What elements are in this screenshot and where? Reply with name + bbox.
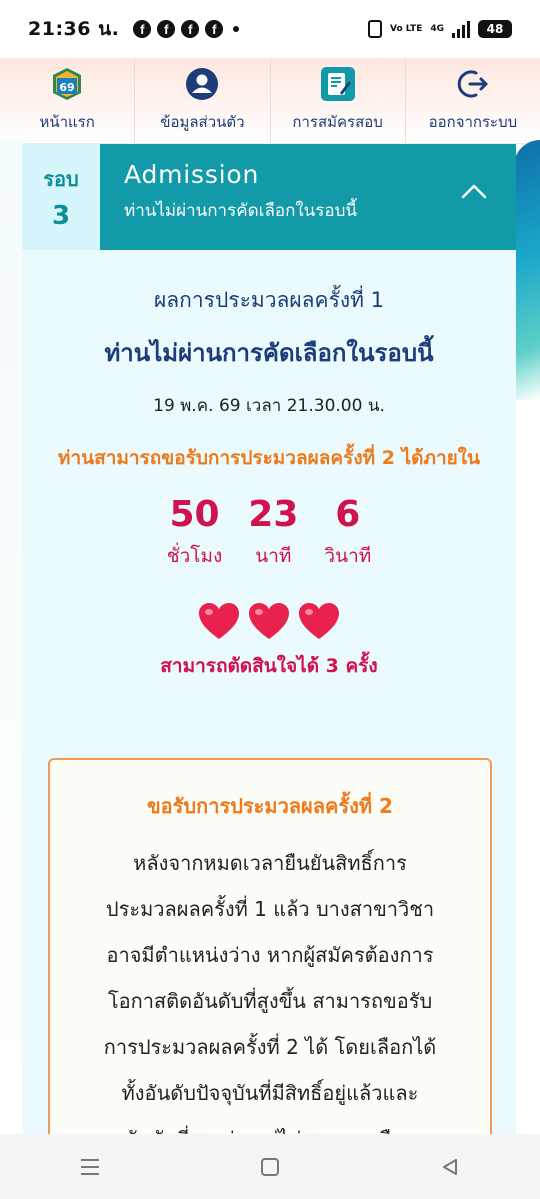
facebook-icon: f	[133, 20, 152, 38]
nav-profile-label: ข้อมูลส่วนตัว	[160, 113, 245, 131]
home-button[interactable]	[250, 1147, 290, 1187]
hours-value: 50	[169, 494, 220, 535]
hours-label: ชั่วโมง	[166, 545, 223, 567]
back-triangle-icon	[443, 1158, 457, 1175]
more-notifications-dot	[233, 26, 240, 32]
notification-icons: f f f f	[133, 20, 240, 38]
nav-home-label: หน้าแรก	[39, 113, 95, 131]
result-status: ท่านไม่ผ่านการคัดเลือกในรอบนี้	[104, 339, 434, 367]
paragraph-line: การประมวลผลครั้งที่ 2 ได้ โดยเลือกได้	[103, 1035, 437, 1059]
logo-digits: 69	[59, 81, 74, 94]
result-label: ผลการประมวลผลครั้งที่ 1	[154, 288, 384, 312]
paragraph-line: หลังจากหมดเวลายืนยันสิทธิ์การ	[133, 851, 407, 875]
facebook-icon: f	[205, 20, 224, 38]
system-indicators: Vo LTE 4G 48	[368, 20, 512, 38]
chevron-up-icon[interactable]	[460, 182, 488, 200]
round-number: 3	[51, 201, 71, 231]
facebook-icon: f	[157, 20, 176, 38]
nav-application-label: การสมัครสอบ	[292, 113, 383, 131]
user-profile-icon	[184, 66, 220, 102]
seconds-value: 6	[335, 494, 361, 535]
status-bar: 21:36 น. f f f f Vo LTE 4G 48	[0, 0, 540, 58]
logout-icon	[455, 66, 491, 102]
nav-logout-label: ออกจากระบบ	[428, 113, 518, 131]
menu-lines-icon	[81, 1158, 99, 1175]
paragraph-line: อาจมีตำแหน่งว่าง หากผู้สมัครต้องการ	[106, 943, 434, 967]
paragraph-line: ประมวลผลครั้งที่ 1 แล้ว บางสาขาวิชา	[105, 897, 435, 921]
paragraph-line: อันดับที่สูงกว่า แต่ไม่สามารถเลือก	[68, 1116, 472, 1134]
vibrate-icon	[368, 20, 383, 38]
round-subtitle: ท่านไม่ผ่านการคัดเลือกในรอบนี้	[124, 201, 358, 221]
application-form-icon	[320, 66, 356, 102]
appeal-info-box: ขอรับการประมวลผลครั้งที่ 2 หลังจากหมดเวล…	[48, 758, 492, 1134]
heart-icon	[249, 603, 289, 639]
appeal-box-paragraph: หลังจากหมดเวลายืนยันสิทธิ์การ ประมวลผลคร…	[50, 840, 490, 1134]
paragraph-line: ทั้งอันดับปัจจุบันที่มีสิทธิ์อยู่แล้วและ	[121, 1081, 419, 1105]
heart-icon	[299, 603, 339, 639]
signal-icon	[452, 20, 470, 38]
system-navigation-bar	[0, 1134, 540, 1199]
round-3-card: รอบ 3 Admission ท่านไม่ผ่านการคัดเลือกใน…	[22, 144, 516, 1134]
appeal-box-title: ขอรับการประมวลผลครั้งที่ 2	[147, 794, 393, 818]
status-time: 21:36 น.	[28, 18, 120, 40]
round-badge: รอบ 3	[22, 144, 100, 250]
facebook-icon: f	[181, 20, 200, 38]
countdown-timer: 50 ชั่วโมง 23 นาที 6 วินาที	[22, 495, 516, 571]
nav-home[interactable]: 69 หน้าแรก	[0, 58, 136, 143]
decision-hearts	[22, 601, 516, 641]
nav-profile[interactable]: ข้อมูลส่วนตัว	[135, 58, 271, 143]
tcas69-logo-icon: 69	[49, 66, 85, 102]
result-datetime: 19 พ.ค. 69 เวลา 21.30.00 น.	[153, 396, 385, 416]
countdown-seconds: 6 วินาที	[324, 495, 371, 571]
result-section: ผลการประมวลผลครั้งที่ 1 ท่านไม่ผ่านการคั…	[22, 250, 516, 681]
minutes-label: นาที	[255, 545, 292, 567]
home-square-icon	[261, 1157, 279, 1176]
seconds-label: วินาที	[324, 545, 372, 567]
nav-logout[interactable]: ออกจากระบบ	[406, 58, 540, 143]
round-word: รอบ	[43, 167, 79, 191]
countdown-minutes: 23 นาที	[248, 495, 298, 571]
recent-apps-button[interactable]	[70, 1147, 110, 1187]
heart-icon	[199, 603, 239, 639]
top-navbar: 69 หน้าแรก ข้อมูลส่วนตัว การสมัครสอบ ออก…	[0, 58, 540, 144]
nav-application[interactable]: การสมัครสอบ	[271, 58, 406, 143]
round-header[interactable]: รอบ 3 Admission ท่านไม่ผ่านการคัดเลือกใน…	[22, 144, 516, 250]
appeal-notice: ท่านสามารถขอรับการประมวลผลครั้งที่ 2 ได้…	[57, 447, 481, 469]
network-type: 4G	[430, 24, 444, 34]
countdown-hours: 50 ชั่วโมง	[167, 495, 223, 571]
volte-indicator: Vo LTE	[390, 23, 423, 34]
background-right-decoration	[514, 140, 540, 400]
battery-icon: 48	[478, 20, 512, 38]
minutes-value: 23	[248, 494, 299, 535]
decisions-remaining-text: สามารถตัดสินใจได้ 3 ครั้ง	[160, 655, 378, 677]
paragraph-line: โอกาสติดอันดับที่สูงขึ้น สามารถขอรับ	[107, 989, 433, 1013]
round-title: Admission	[124, 160, 260, 189]
background-left-decoration	[0, 140, 22, 1140]
back-button[interactable]	[430, 1147, 470, 1187]
round-info: Admission ท่านไม่ผ่านการคัดเลือกในรอบนี้	[100, 144, 516, 250]
